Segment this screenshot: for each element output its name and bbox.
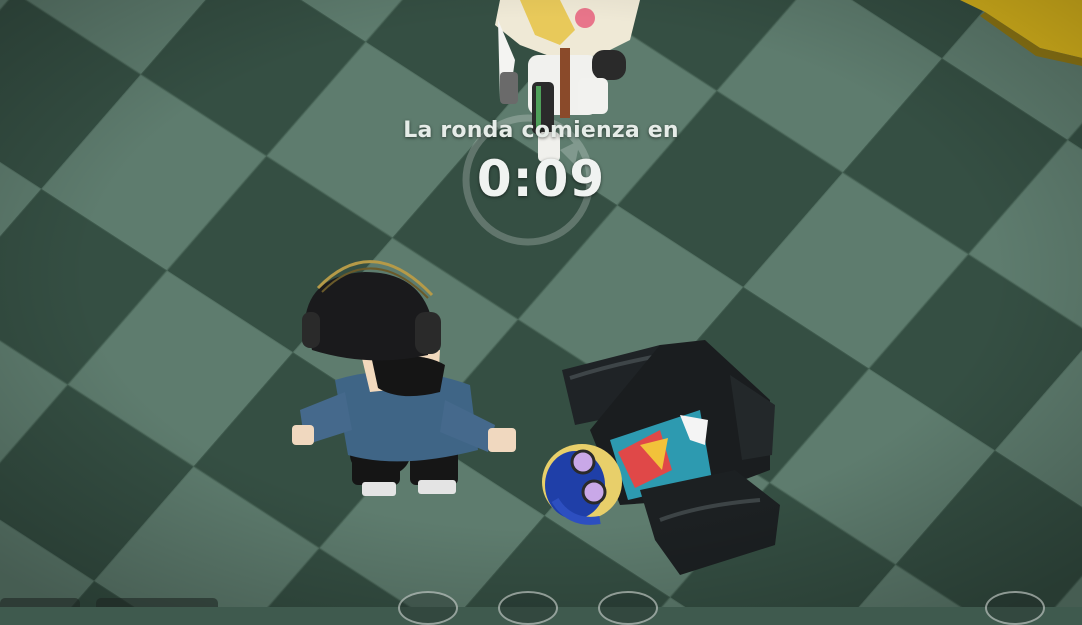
- vignette-overlay: [0, 0, 1082, 607]
- action-button-2[interactable]: [498, 591, 558, 625]
- action-button-3[interactable]: [598, 591, 658, 625]
- bottom-chat-panel[interactable]: [96, 598, 218, 607]
- round-countdown-timer: 0:09: [476, 150, 606, 208]
- bottom-left-panel[interactable]: [0, 598, 80, 607]
- game-viewport[interactable]: [0, 0, 1082, 607]
- round-start-label: La ronda comienza en: [403, 118, 679, 143]
- jump-button[interactable]: [985, 591, 1045, 625]
- action-button-1[interactable]: [398, 591, 458, 625]
